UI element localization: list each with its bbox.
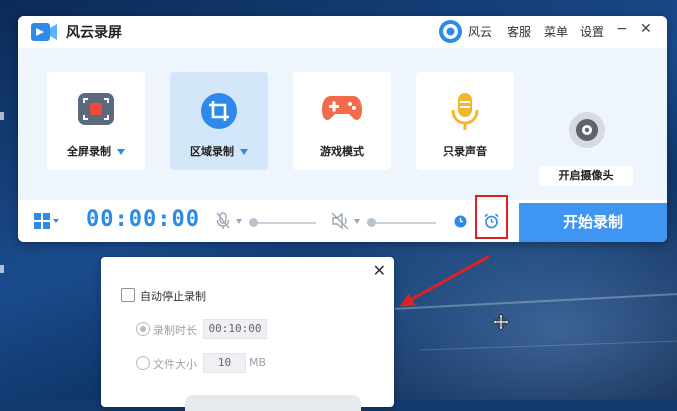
move-cursor-icon <box>492 313 510 331</box>
mode-label: 区域录制 <box>170 143 268 159</box>
microphone-muted-icon[interactable] <box>216 212 230 230</box>
duration-label: 录制时长 <box>153 324 197 337</box>
fullscreen-record-icon <box>78 93 114 125</box>
brand-logo-icon[interactable] <box>438 19 463 44</box>
mode-label: 只录声音 <box>443 145 487 158</box>
recorder-window: 风云录屏 风云 客服 菜单 设置 − ✕ 全屏录制 区域录制 游戏模式 只录声音… <box>18 16 667 242</box>
menu-link[interactable]: 菜单 <box>544 23 568 40</box>
desktop-light-streak <box>395 292 677 310</box>
minimize-button[interactable]: − <box>616 21 628 37</box>
start-record-button[interactable]: 开始录制 <box>519 203 667 242</box>
grid-layout-icon[interactable] <box>34 213 60 229</box>
mode-label: 全屏录制 <box>47 143 145 159</box>
dropdown-caret-icon[interactable] <box>240 149 248 155</box>
mode-game[interactable]: 游戏模式 <box>293 72 391 170</box>
record-timer: 00:00:00 <box>86 207 200 232</box>
alarm-highlight-box <box>475 195 508 239</box>
popup-confirm-button[interactable] <box>185 395 361 411</box>
duration-input[interactable]: 00:10:00 <box>203 319 267 339</box>
mic-dropdown-caret-icon[interactable] <box>236 219 242 224</box>
camera-icon[interactable] <box>568 111 606 149</box>
app-title: 风云录屏 <box>66 25 122 41</box>
mic-volume-slider[interactable] <box>252 222 316 224</box>
customer-service-link[interactable]: 客服 <box>507 23 531 40</box>
gamepad-icon <box>322 96 362 120</box>
settings-link[interactable]: 设置 <box>580 23 604 40</box>
speaker-dropdown-caret-icon[interactable] <box>354 219 360 224</box>
speaker-volume-slider[interactable] <box>370 222 436 224</box>
desktop-icon-edge <box>0 265 4 273</box>
desktop-icon-edge <box>0 112 4 120</box>
title-bar: 风云录屏 风云 客服 菜单 设置 − ✕ <box>18 16 667 48</box>
duration-radio[interactable] <box>136 322 150 336</box>
filesize-radio[interactable] <box>136 356 150 370</box>
crop-region-icon <box>201 93 237 129</box>
app-logo-icon <box>31 23 57 41</box>
auto-stop-popup: ✕ 自动停止录制 录制时长 00:10:00 文件大小 10 MB <box>101 257 394 411</box>
mode-audio-only[interactable]: 只录声音 <box>416 72 514 170</box>
control-bar: 00:00:00 开始录制 <box>18 200 667 242</box>
filesize-input[interactable]: 10 <box>203 353 246 373</box>
close-button[interactable]: ✕ <box>640 21 652 37</box>
camera-toggle-label[interactable]: 开启摄像头 <box>539 166 633 186</box>
desktop-light-streak <box>420 340 677 351</box>
filesize-unit: MB <box>249 356 267 369</box>
dropdown-caret-icon[interactable] <box>117 149 125 155</box>
microphone-icon <box>451 93 479 130</box>
filesize-label: 文件大小 <box>153 358 197 371</box>
mic-volume-knob[interactable] <box>249 218 258 227</box>
popup-close-button[interactable]: ✕ <box>373 261 386 280</box>
clock-icon[interactable] <box>454 215 467 228</box>
mode-label: 游戏模式 <box>320 145 364 158</box>
speaker-muted-icon[interactable] <box>331 212 349 230</box>
auto-stop-label: 自动停止录制 <box>140 290 206 303</box>
mode-region-record[interactable]: 区域录制 <box>170 72 268 170</box>
speaker-volume-knob[interactable] <box>367 218 376 227</box>
brand-link[interactable]: 风云 <box>468 23 492 40</box>
mode-fullscreen-record[interactable]: 全屏录制 <box>47 72 145 170</box>
auto-stop-checkbox[interactable] <box>121 288 135 302</box>
